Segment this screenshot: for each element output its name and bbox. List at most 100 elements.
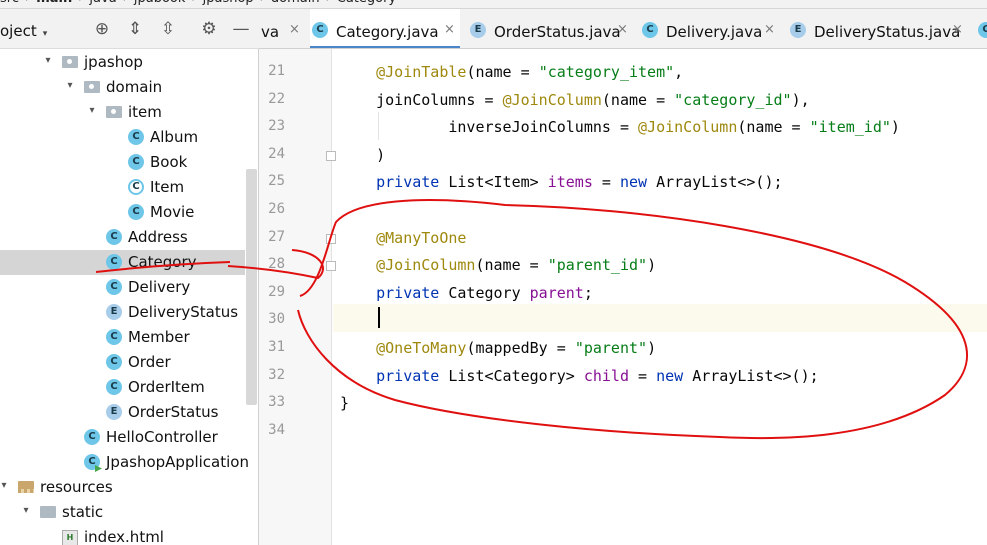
close-icon[interactable]: × xyxy=(952,22,963,37)
tab-delivery-java[interactable]: C Delivery.java × xyxy=(640,9,780,48)
tree-item-label: HelloController xyxy=(106,428,218,446)
breadcrumb-item[interactable]: src xyxy=(0,0,19,7)
close-icon[interactable]: × xyxy=(289,22,300,37)
collapse-all-icon[interactable]: ⇳ xyxy=(158,19,178,39)
class-icon: C xyxy=(84,429,100,445)
breadcrumb-item[interactable]: main xyxy=(36,0,72,7)
line-number: 26 xyxy=(268,201,285,217)
tree-item-domain[interactable]: ▾ domain xyxy=(0,75,245,100)
code-line[interactable]: private List<Item> items = new ArrayList… xyxy=(340,168,782,196)
project-toolbar: oject ▾ ⊕ ⇕ ⇳ ⚙ — xyxy=(0,9,259,49)
breadcrumb-separator: › xyxy=(78,0,83,7)
tree-item-album[interactable]: C Album xyxy=(0,125,245,150)
tree-item-deliverystatus[interactable]: E DeliveryStatus xyxy=(0,300,245,325)
scrollbar-thumb[interactable] xyxy=(246,169,257,405)
tree-item-label: Item xyxy=(150,178,185,196)
fold-end-marker[interactable] xyxy=(326,150,336,161)
resources-folder-icon xyxy=(18,481,34,493)
text-caret xyxy=(378,307,380,328)
tree-item-jpashop[interactable]: ▾ jpashop xyxy=(0,50,245,75)
tab-orderstatus-java[interactable]: E OrderStatus.java × xyxy=(468,9,633,48)
code-line[interactable]: @ManyToOne xyxy=(340,224,466,252)
tree-item-item[interactable]: ▾ item xyxy=(0,100,245,125)
code-line[interactable]: joinColumns = @JoinColumn(name = "catego… xyxy=(340,86,810,114)
chevron-down-icon[interactable]: ▾ xyxy=(64,80,76,92)
breadcrumb-item[interactable]: domain xyxy=(271,0,320,7)
tree-item-label: Address xyxy=(128,228,188,246)
tab-overflow[interactable]: C xyxy=(976,9,987,48)
fold-end-marker[interactable] xyxy=(326,261,336,272)
code-line[interactable]: inverseJoinColumns = @JoinColumn(name = … xyxy=(340,113,900,141)
code-line[interactable]: private Category parent; xyxy=(340,279,593,307)
gear-icon[interactable]: ⚙ xyxy=(199,19,219,39)
breadcrumb: src › main › java › jpabook › jpashop › domain › Cat… xyxy=(0,0,987,9)
breadcrumb-item[interactable]: jpabook xyxy=(134,0,186,7)
tree-item-label: item xyxy=(128,103,162,121)
chevron-down-icon: ▾ xyxy=(42,29,48,39)
html-file-icon: H xyxy=(62,530,78,545)
line-number: 25 xyxy=(268,173,285,190)
code-line[interactable]: @JoinTable(name = "category_item", xyxy=(340,58,683,86)
breadcrumb-item[interactable]: jpashop xyxy=(203,0,254,7)
minimize-icon[interactable]: — xyxy=(231,19,251,39)
tree-item-label: Delivery xyxy=(128,278,191,296)
close-icon[interactable]: × xyxy=(764,22,775,37)
chevron-down-icon[interactable]: ▾ xyxy=(42,55,54,67)
close-icon[interactable]: × xyxy=(444,22,455,37)
chevron-down-icon[interactable]: ▾ xyxy=(20,505,32,517)
chevron-down-icon[interactable]: ▾ xyxy=(0,480,10,492)
breadcrumb-separator: › xyxy=(191,0,196,7)
code-line[interactable]: private List<Category> child = new Array… xyxy=(340,362,819,390)
tree-item-item[interactable]: C Item xyxy=(0,175,245,200)
class-icon: C xyxy=(106,279,122,295)
breadcrumb-item[interactable]: java xyxy=(89,0,116,7)
abstract-class-icon: C xyxy=(128,179,144,195)
code-line[interactable]: @OneToMany(mappedBy = "parent") xyxy=(340,334,656,362)
code-line[interactable]: @JoinColumn(name = "parent_id") xyxy=(340,251,656,279)
tree-item-resources[interactable]: ▾ resources xyxy=(0,475,245,500)
locate-icon[interactable]: ⊕ xyxy=(92,19,112,39)
project-view-title[interactable]: oject ▾ xyxy=(0,22,47,40)
code-line[interactable]: ) xyxy=(340,141,385,169)
tree-item-label: resources xyxy=(40,478,113,496)
tree-item-label: index.html xyxy=(84,528,164,545)
tab-category-java[interactable]: C Category.java × xyxy=(310,9,460,48)
line-number: 33 xyxy=(268,394,285,411)
breadcrumb-item[interactable]: Category xyxy=(337,0,396,7)
tree-item-orderstatus[interactable]: E OrderStatus xyxy=(0,400,245,425)
tree-item-delivery[interactable]: C Delivery xyxy=(0,275,245,300)
tree-item-label: DeliveryStatus xyxy=(128,303,239,321)
class-icon: C xyxy=(128,154,144,170)
fold-start-marker[interactable] xyxy=(326,233,336,244)
tree-item-jpashopapplication[interactable]: C JpashopApplication xyxy=(0,450,249,475)
tree-item-orderitem[interactable]: C OrderItem xyxy=(0,375,245,400)
class-icon: C xyxy=(312,22,328,38)
package-icon xyxy=(62,56,78,68)
current-line-highlight xyxy=(333,304,987,332)
class-icon: C xyxy=(106,329,122,345)
tab-deliverystatus-java[interactable]: E DeliveryStatus.java × xyxy=(788,9,968,48)
tree-item-category[interactable]: C Category xyxy=(0,250,245,275)
tab-label: OrderStatus.java xyxy=(494,23,621,41)
close-icon[interactable]: × xyxy=(617,22,628,37)
tree-item-index-html[interactable]: Hindex.html xyxy=(0,525,245,545)
line-number: 28 xyxy=(268,256,285,273)
tree-item-address[interactable]: C Address xyxy=(0,225,245,250)
breadcrumb-separator: › xyxy=(25,0,30,7)
tree-item-label: static xyxy=(62,503,104,521)
expand-all-icon[interactable]: ⇕ xyxy=(125,19,145,39)
line-number: 34 xyxy=(268,421,285,438)
tree-item-static[interactable]: ▾ static xyxy=(0,500,245,525)
package-icon xyxy=(84,81,100,93)
code-line[interactable]: } xyxy=(340,389,349,417)
breadcrumb-separator: › xyxy=(326,0,331,7)
tree-item-order[interactable]: C Order xyxy=(0,350,245,375)
tab-va[interactable]: va × xyxy=(261,9,305,48)
tree-item-book[interactable]: C Book xyxy=(0,150,245,175)
tree-item-member[interactable]: C Member xyxy=(0,325,245,350)
tree-item-hellocontroller[interactable]: C HelloController xyxy=(0,425,245,450)
chevron-down-icon[interactable]: ▾ xyxy=(86,105,98,117)
tree-item-movie[interactable]: C Movie xyxy=(0,200,245,225)
class-icon: C xyxy=(106,254,122,270)
tab-label: Category.java xyxy=(336,23,439,41)
